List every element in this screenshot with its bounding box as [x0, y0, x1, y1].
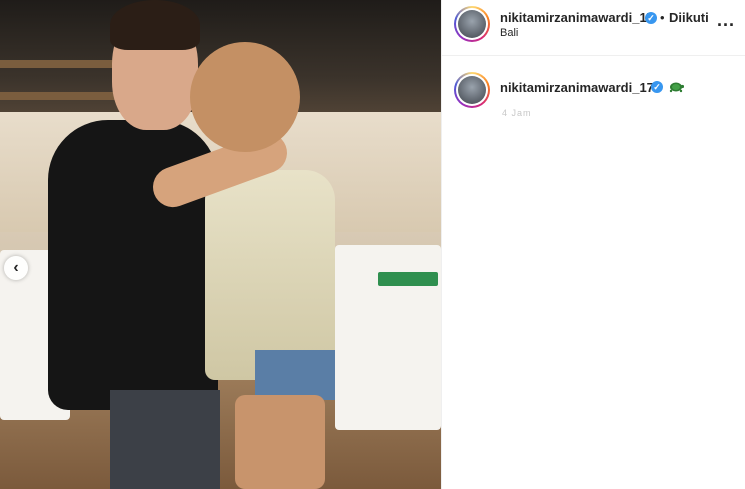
man-hair [110, 0, 200, 50]
verified-badge-icon: ✓ [651, 81, 663, 93]
jeans [110, 390, 220, 489]
follow-status-button[interactable]: Diikuti [669, 10, 709, 25]
turtle-emoji-icon [669, 82, 684, 93]
verified-badge-icon: ✓ [645, 12, 657, 24]
woman-head [190, 42, 300, 152]
post-photo[interactable]: ‹ [0, 0, 441, 489]
napkin [378, 272, 438, 286]
post-time: 4 Jam [502, 108, 532, 118]
caption-username[interactable]: nikitamirzanimawardi_17 [500, 80, 654, 95]
header-username[interactable]: nikitamirzanimawardi_17 [500, 10, 654, 25]
caption-avatar[interactable] [454, 72, 490, 108]
avatar[interactable] [454, 6, 490, 42]
chevron-left-icon[interactable]: ‹ [4, 256, 28, 280]
post-header: nikitamirzanimawardi_17 ✓ • Diikuti Bali… [442, 0, 745, 56]
woman-top [205, 170, 335, 380]
separator-dot: • [660, 10, 665, 25]
legs [235, 395, 325, 489]
location-link[interactable]: Bali [500, 27, 518, 39]
shorts [255, 350, 335, 400]
post-side-panel: nikitamirzanimawardi_17 ✓ • Diikuti Bali… [441, 0, 745, 489]
more-options-icon[interactable]: ... [717, 10, 735, 31]
